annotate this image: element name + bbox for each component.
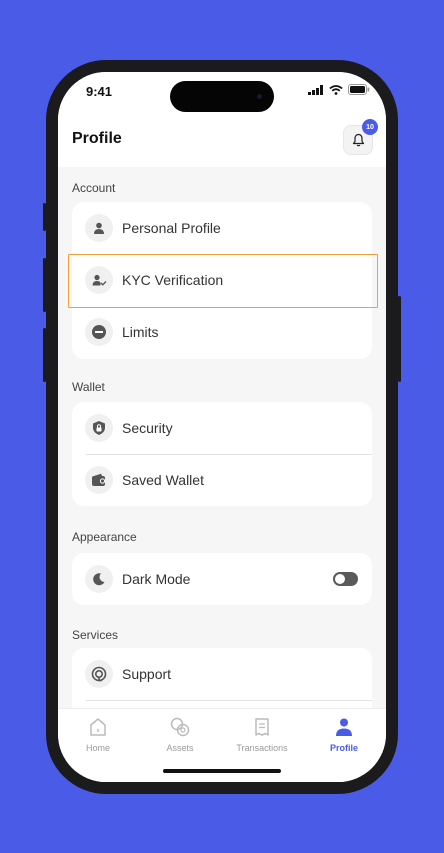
wallet-icon (85, 466, 113, 494)
section-label-services: Services (72, 628, 119, 642)
tab-profile[interactable]: Profile (304, 715, 384, 753)
tab-home[interactable]: Home (58, 715, 138, 753)
section-label-wallet: Wallet (72, 380, 105, 394)
menu-item-dark-mode[interactable]: Dark Mode (72, 553, 372, 605)
app-header: 9:41 Profile 10 (58, 72, 386, 167)
tab-label: Home (85, 743, 110, 753)
status-icons (308, 84, 370, 95)
status-time: 9:41 (86, 84, 113, 99)
minus-circle-icon (85, 318, 113, 346)
tab-label: Assets (166, 743, 194, 753)
wifi-icon (329, 84, 343, 95)
menu-item-label: Personal Profile (122, 220, 221, 236)
highlight-box (68, 254, 378, 308)
menu-item-label: Limits (122, 324, 159, 340)
phone-action-button (43, 203, 46, 231)
shield-lock-icon (85, 414, 113, 442)
phone-volume-up (43, 258, 46, 312)
menu-item-label: Saved Wallet (122, 472, 204, 488)
toggle-knob (335, 574, 345, 584)
phone-power-button (398, 296, 401, 382)
section-label-appearance: Appearance (72, 530, 137, 544)
person-icon (85, 214, 113, 242)
moon-icon (85, 565, 113, 593)
menu-item-security[interactable]: Security (72, 402, 372, 454)
appearance-card: Dark Mode (72, 553, 372, 605)
signal-icon (308, 84, 323, 95)
receipt-icon (222, 715, 302, 739)
page-title: Profile (72, 130, 122, 147)
menu-item-personal-profile[interactable]: Personal Profile (72, 202, 372, 254)
tab-assets[interactable]: Assets (140, 715, 220, 753)
assets-icon (140, 715, 220, 739)
home-icon (58, 715, 138, 739)
dynamic-island (170, 81, 274, 112)
section-label-account: Account (72, 181, 116, 195)
home-indicator (163, 769, 281, 773)
menu-item-support[interactable]: Support (72, 648, 372, 700)
menu-item-label: Support (122, 666, 172, 682)
tab-transactions[interactable]: Transactions (222, 715, 302, 753)
notification-badge: 10 (362, 119, 378, 135)
dark-mode-toggle[interactable] (333, 572, 358, 586)
row-divider (86, 700, 372, 701)
phone-screen: 9:41 Profile 10 Account Personal Profile… (58, 72, 386, 782)
support-icon (85, 660, 113, 688)
wallet-card: Security Saved Wallet (72, 402, 372, 506)
battery-icon (348, 84, 370, 95)
menu-item-label: Security (122, 420, 173, 436)
phone-volume-down (43, 328, 46, 382)
menu-item-label: Dark Mode (122, 571, 191, 587)
bell-icon (352, 133, 364, 147)
menu-item-limits[interactable]: Limits (72, 306, 372, 358)
tab-label: Profile (329, 743, 358, 753)
tab-label: Transactions (236, 743, 288, 753)
profile-icon (304, 715, 384, 739)
menu-item-saved-wallet[interactable]: Saved Wallet (72, 454, 372, 506)
